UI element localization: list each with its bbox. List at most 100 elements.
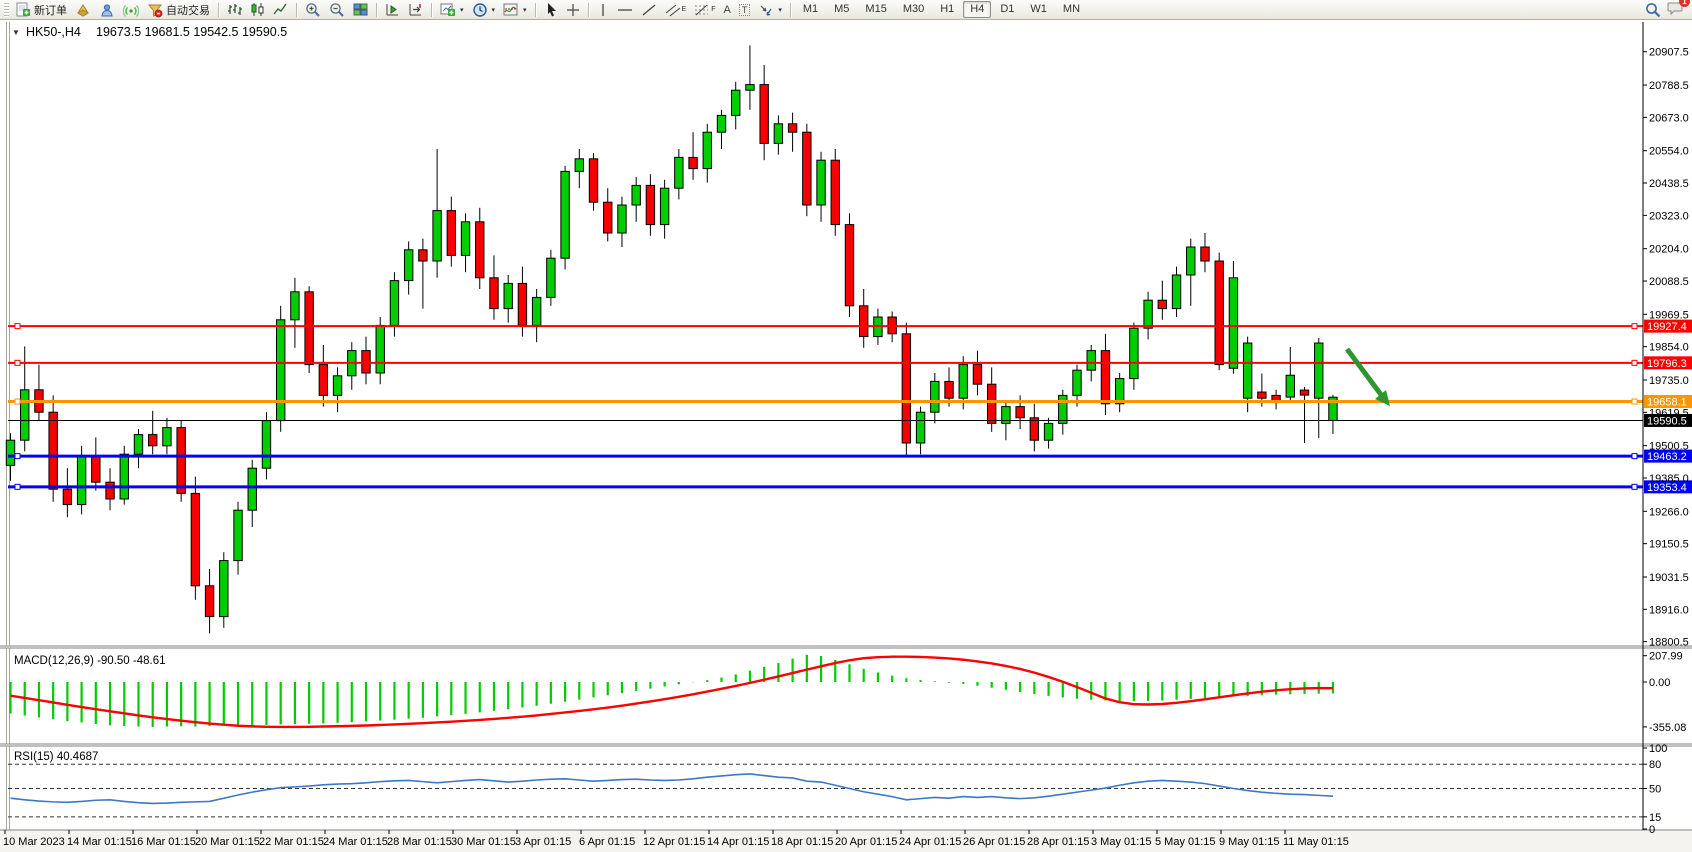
- timeframe-h1[interactable]: H1: [933, 1, 961, 18]
- auto-scroll-icon: [385, 2, 400, 17]
- svg-text:9 May 01:15: 9 May 01:15: [1219, 836, 1280, 848]
- new-chart-button[interactable]: ▾: [436, 0, 468, 19]
- new-order-icon: [15, 2, 31, 18]
- fibonacci-tool-button[interactable]: F: [690, 0, 719, 19]
- trendline-tool-button[interactable]: [637, 0, 661, 19]
- svg-text:19796.3: 19796.3: [1647, 358, 1687, 370]
- svg-text:20438.5: 20438.5: [1649, 178, 1689, 190]
- svg-text:50: 50: [1649, 784, 1661, 796]
- candlestick-chart-icon: [250, 2, 265, 17]
- svg-text:19385.0: 19385.0: [1649, 473, 1689, 485]
- svg-text:12 Apr 01:15: 12 Apr 01:15: [643, 836, 705, 848]
- svg-text:20088.5: 20088.5: [1649, 276, 1689, 288]
- timeframe-mn[interactable]: MN: [1056, 1, 1087, 18]
- candle-chart-mode-button[interactable]: [246, 0, 269, 19]
- svg-text:19031.5: 19031.5: [1649, 572, 1689, 584]
- timeframe-m30[interactable]: M30: [896, 1, 931, 18]
- svg-text:26 Apr 01:15: 26 Apr 01:15: [963, 836, 1025, 848]
- text-tool-icon: A: [724, 4, 731, 16]
- auto-scroll-button[interactable]: [381, 0, 404, 19]
- equidistant-channel-tool-button[interactable]: E: [661, 0, 691, 19]
- svg-text:19735.0: 19735.0: [1649, 375, 1689, 387]
- tile-windows-button[interactable]: [349, 0, 372, 19]
- publish-button[interactable]: [95, 0, 119, 19]
- chevron-down-icon: ▾: [523, 6, 527, 14]
- timeframe-m5[interactable]: M5: [827, 1, 856, 18]
- signals-icon: [123, 2, 139, 18]
- toolbar-separator: [535, 3, 536, 17]
- timeframe-m15[interactable]: M15: [858, 1, 893, 18]
- periods-button[interactable]: ▾: [468, 0, 500, 19]
- metaeditor-button[interactable]: [71, 0, 95, 19]
- line-chart-mode-button[interactable]: [269, 0, 292, 19]
- svg-text:24 Mar 01:15: 24 Mar 01:15: [323, 836, 388, 848]
- svg-text:80: 80: [1649, 759, 1661, 771]
- timeframe-w1[interactable]: W1: [1023, 1, 1054, 18]
- svg-text:100: 100: [1649, 743, 1667, 755]
- svg-text:20 Mar 01:15: 20 Mar 01:15: [195, 836, 260, 848]
- toolbar-separator: [296, 3, 297, 17]
- publisher-icon: [99, 2, 115, 18]
- svg-text:19500.5: 19500.5: [1649, 441, 1689, 453]
- svg-text:10 Mar 2023: 10 Mar 2023: [3, 836, 65, 848]
- trendline-icon: [641, 3, 657, 17]
- svg-text:20 Apr 01:15: 20 Apr 01:15: [835, 836, 897, 848]
- new-order-label: 新订单: [34, 2, 67, 18]
- arrow-objects-icon: [758, 3, 774, 17]
- svg-text:0.00: 0.00: [1649, 677, 1670, 689]
- svg-text:19927.4: 19927.4: [1647, 321, 1687, 333]
- search-icon[interactable]: [1645, 2, 1661, 18]
- svg-text:18 Apr 01:15: 18 Apr 01:15: [771, 836, 833, 848]
- channel-sub-label: E: [682, 6, 687, 13]
- text-label-tool-button[interactable]: T: [735, 0, 755, 19]
- symbol-dropdown-icon[interactable]: ▼: [12, 28, 20, 37]
- chevron-down-icon: ▾: [778, 6, 782, 14]
- autotrade-button[interactable]: 自动交易: [143, 0, 214, 19]
- svg-text:11 May 01:15: 11 May 01:15: [1283, 836, 1349, 848]
- svg-text:-355.08: -355.08: [1649, 722, 1686, 734]
- svg-text:18800.5: 18800.5: [1649, 637, 1689, 649]
- zoom-in-button[interactable]: [301, 0, 325, 19]
- chart-shift-button[interactable]: [404, 0, 427, 19]
- timeframe-h4[interactable]: H4: [963, 1, 991, 18]
- cursor-tool-button[interactable]: [540, 0, 562, 19]
- svg-text:14 Apr 01:15: 14 Apr 01:15: [707, 836, 769, 848]
- svg-text:20907.5: 20907.5: [1649, 47, 1689, 59]
- svg-text:22 Mar 01:15: 22 Mar 01:15: [259, 836, 324, 848]
- svg-text:6 Apr 01:15: 6 Apr 01:15: [579, 836, 635, 848]
- fibonacci-sub-label: F: [711, 6, 715, 13]
- new-order-button[interactable]: 新订单: [11, 0, 71, 19]
- svg-text:14 Mar 01:15: 14 Mar 01:15: [67, 836, 132, 848]
- chart-ohlc-values: 19673.5 19681.5 19542.5 19590.5: [96, 25, 287, 39]
- arrows-tool-button[interactable]: ▾: [754, 0, 786, 19]
- chevron-down-icon: ▾: [492, 6, 496, 14]
- svg-text:16 Mar 01:15: 16 Mar 01:15: [131, 836, 196, 848]
- svg-text:19463.2: 19463.2: [1647, 451, 1687, 463]
- chart-canvas[interactable]: 19927.419796.319658.119590.519463.219353…: [0, 20, 1692, 852]
- text-label-icon: T: [739, 4, 751, 16]
- signals-button[interactable]: [119, 0, 143, 19]
- timeframe-d1[interactable]: D1: [993, 1, 1021, 18]
- svg-text:24 Apr 01:15: 24 Apr 01:15: [899, 836, 961, 848]
- chart-shift-icon: [408, 2, 423, 17]
- text-tool-button[interactable]: A: [720, 0, 735, 19]
- autotrade-label: 自动交易: [166, 2, 210, 18]
- macd-indicator-label: MACD(12,26,9) -90.50 -48.61: [14, 655, 166, 667]
- zoom-out-icon: [329, 2, 345, 18]
- vertical-line-icon: [597, 3, 609, 17]
- clock-icon: [472, 2, 488, 18]
- crosshair-tool-button[interactable]: [562, 0, 584, 19]
- horizontal-line-tool-button[interactable]: [613, 0, 637, 19]
- chart-window: 19927.419796.319658.119590.519463.219353…: [0, 20, 1692, 852]
- zoom-out-button[interactable]: [325, 0, 349, 19]
- indicators-icon: [503, 2, 519, 18]
- notifications-button[interactable]: 1: [1667, 0, 1684, 19]
- vertical-line-tool-button[interactable]: [593, 0, 613, 19]
- indicators-button[interactable]: ▾: [499, 0, 531, 19]
- toolbar-grip[interactable]: [4, 3, 9, 17]
- timeframe-m1[interactable]: M1: [796, 1, 825, 18]
- autotrade-icon: [147, 2, 163, 18]
- bar-chart-mode-button[interactable]: [223, 0, 246, 19]
- svg-text:15: 15: [1649, 812, 1661, 824]
- svg-text:20323.0: 20323.0: [1649, 210, 1689, 222]
